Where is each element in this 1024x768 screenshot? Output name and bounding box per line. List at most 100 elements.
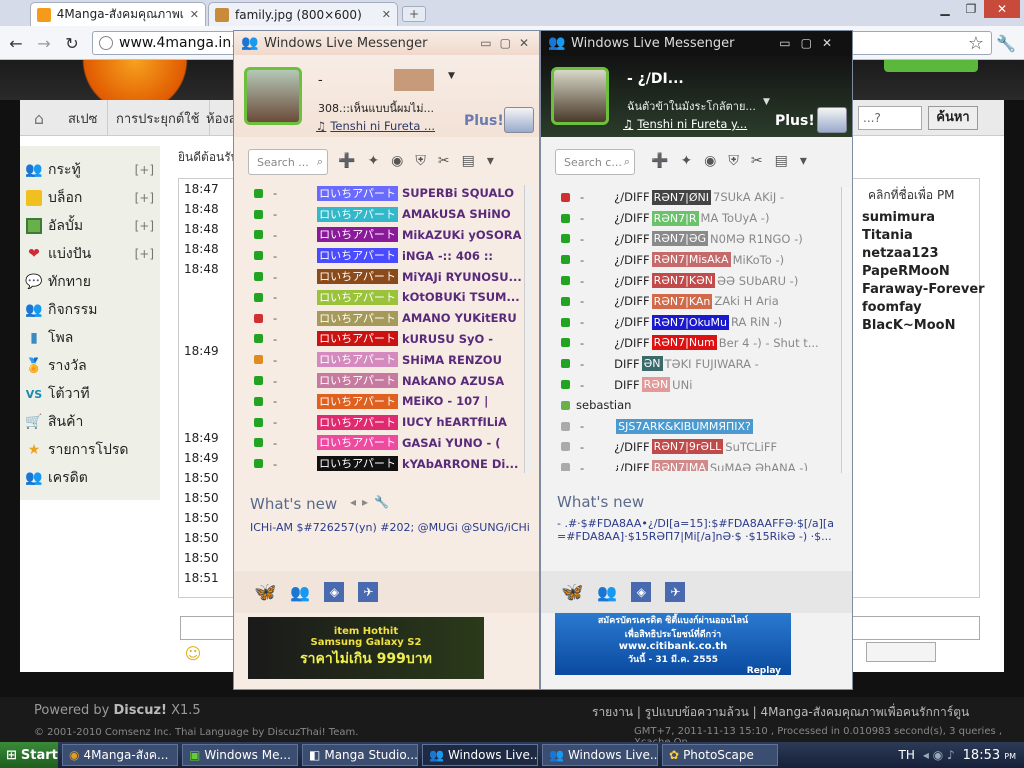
expand-button[interactable]: [+] (135, 191, 154, 205)
sidebar-item-thread[interactable]: 👥 กระทู้ [+] (25, 156, 154, 184)
contact-row[interactable]: - ロいちアパート iNGA -:: 406 :: (234, 245, 539, 266)
contact-row[interactable]: - ロいちアパート NAkANO AZUSA (234, 370, 539, 391)
reload-icon[interactable]: ↻ (62, 33, 82, 53)
brand-name[interactable]: Discuz! (114, 703, 167, 718)
forward-icon[interactable]: → (34, 33, 54, 53)
replay-button[interactable]: Replay (747, 666, 791, 676)
contact-row[interactable]: - ¿/DIFF RƏN7|9rƏLL SuTCLiFF (541, 437, 839, 458)
taskbar-item[interactable]: ✿ PhotoScape (662, 744, 778, 766)
online-user[interactable]: foomfay (862, 300, 922, 315)
network-icon[interactable]: ◈ (324, 582, 345, 602)
search-button[interactable]: ค้นหา (928, 106, 978, 130)
taskbar-item[interactable]: ▣ Windows Me... (182, 744, 298, 766)
sidebar-item-goods[interactable]: 🛒 สินค้า (25, 408, 154, 436)
network-icon[interactable]: ◈ (631, 582, 652, 602)
scrollbar[interactable] (524, 185, 532, 473)
contact-row[interactable]: - ¿/DIFF RƏN7|R MA ToUyA -) (541, 208, 839, 229)
now-playing[interactable]: ♫ Tenshi ni Fureta y... (623, 117, 747, 131)
contacts-icon[interactable]: 👥 (290, 583, 310, 602)
contact-row[interactable]: - ロいちアパート GASAi YUNO - ( (234, 433, 539, 454)
search-icon[interactable]: ⌕ (624, 155, 634, 169)
games-icon[interactable]: ◉ (704, 153, 716, 169)
contact-row[interactable]: - ¿/DIFF RƏN7|KƏN ƏƏ SUbARU -) (541, 270, 839, 291)
airplane-icon[interactable]: ✈ (358, 582, 379, 602)
minimize-button[interactable]: ▭ (480, 36, 491, 50)
personal-message[interactable]: ฉันตัวข้าในมังระโกลัตาย... (627, 97, 767, 115)
taskbar-item[interactable]: ◧ Manga Studio... (302, 744, 418, 766)
contact-row[interactable]: - ロいちアパート kOtOBUKi TSUM... (234, 287, 539, 308)
add-contact-icon[interactable]: ➕ (338, 153, 355, 169)
sidebar-item-award[interactable]: 🏅 รางวัล (25, 352, 154, 380)
contact-row[interactable]: - DIFF RƏN UNi (541, 374, 839, 395)
tab-4manga[interactable]: 4Manga-สังคมคุณภาพเพื่อคนรัก ✕ (30, 2, 206, 26)
sidebar-item-share[interactable]: ❤ แบ่งปัน [+] (26, 240, 154, 268)
online-user[interactable]: Faraway-Forever (862, 282, 985, 297)
contact-row[interactable]: - ロいちアパート AMANO YUKitERU (234, 308, 539, 329)
login-button[interactable] (884, 60, 978, 72)
sidebar-item-album[interactable]: อัลบั้ม [+] (26, 212, 154, 240)
online-user[interactable]: PapeRMooN (862, 264, 950, 279)
taskbar-item[interactable]: ◉ 4Manga-สังค... (62, 744, 178, 766)
now-playing[interactable]: ♫ Tenshi ni Fureta ... (316, 119, 435, 133)
contact-row[interactable]: - ロいちアパート kURUSU SyO - (234, 329, 539, 350)
sidebar-item-greet[interactable]: 💬 ทักทาย (25, 268, 154, 296)
airplane-icon[interactable]: ✈ (665, 582, 686, 602)
bookmark-star-icon[interactable]: ☆ (966, 33, 986, 54)
group-header[interactable]: sebastian (541, 395, 839, 416)
taskbar-item[interactable]: 👥 Windows Live... (422, 744, 538, 766)
breadcrumb-item[interactable]: การประยุกต์ใช้ (106, 100, 211, 136)
sidebar-item-credit[interactable]: 👥 เครดิต (25, 464, 154, 492)
spark-icon[interactable]: ✦ (367, 153, 379, 169)
online-user[interactable]: BlacK~MooN (862, 318, 956, 333)
sidebar-item-favorites[interactable]: ★ รายการโปรด (26, 436, 154, 464)
online-user[interactable]: sumimura (862, 210, 935, 225)
contact-row[interactable]: - ロいちアパート kYAbARRONE Di... (234, 453, 539, 474)
display-name[interactable]: - ¿/DI... (627, 71, 684, 87)
new-tab-button[interactable]: + (402, 6, 426, 22)
status-dropdown-icon[interactable]: ▼ (763, 97, 770, 107)
menu-icon[interactable]: ▾ (487, 153, 494, 169)
contact-row[interactable]: - ¿/DIFF RƏN7|ƏG N0MƏ R1NGO -) (541, 229, 839, 250)
avatar[interactable] (244, 67, 302, 125)
search-icon[interactable]: ⌕ (317, 155, 327, 169)
sidebar-item-blog[interactable]: บล็อก [+] (26, 184, 154, 212)
minimize-button[interactable]: ▭ (779, 36, 790, 50)
whats-new-item[interactable]: ICHi-AM $#726257(yn) #202; @MUGi @SUNG/i… (250, 521, 532, 534)
mailbox-icon[interactable] (504, 107, 534, 133)
sidebar-item-debate[interactable]: VS โต้วาที (26, 380, 154, 408)
spark-icon[interactable]: ✦ (680, 153, 692, 169)
menu-icon[interactable]: ▾ (800, 153, 807, 169)
captcha-box[interactable] (866, 642, 936, 662)
close-tab-icon[interactable]: ✕ (190, 8, 199, 21)
status-dropdown-icon[interactable]: ▼ (448, 71, 455, 81)
back-icon[interactable]: ← (6, 33, 26, 53)
clock[interactable]: 18:53 PM (963, 748, 1016, 763)
forum-search-input[interactable]: ...? (858, 106, 922, 130)
whats-new-item[interactable]: - .#·$#FDA8AA•¿/DI[a=15]:$#FDA8AAFFƏ·$[/… (557, 517, 843, 549)
close-tab-icon[interactable]: ✕ (382, 8, 391, 21)
maximize-button[interactable]: ▢ (500, 36, 511, 50)
close-button[interactable]: ✕ (984, 0, 1020, 18)
contact-row[interactable]: - DIFF ƏN TƏKI FUJIWARA - (541, 353, 839, 374)
tools-icon[interactable]: ✂ (751, 153, 763, 169)
contacts-icon[interactable]: 👥 (597, 583, 617, 602)
sidebar-item-activity[interactable]: 👥 กิจกรรม (25, 296, 154, 324)
advertisement-banner[interactable]: item Hothit Samsung Galaxy S2 ราคาไม่เกิ… (248, 617, 484, 679)
breadcrumb-item[interactable]: สเปซ (58, 100, 109, 136)
contact-row[interactable]: - ロいちアパート SHiMA RENZOU (234, 349, 539, 370)
footer-links[interactable]: รายงาน | รูปแบบข้อความล้วน | 4Manga-สังค… (592, 703, 969, 722)
next-icon[interactable]: ▸ (362, 495, 368, 509)
advertisement-banner[interactable]: สมัครบัตรเครดิต ซิตี้แบงก์ผ่านออนไลน์ เพ… (555, 613, 791, 676)
contact-row[interactable]: - ロいちアパート MikAZUKi yOSORA (234, 225, 539, 246)
close-button[interactable]: ✕ (519, 36, 529, 50)
windows-live-butterfly-icon[interactable]: 🦋 (254, 582, 276, 603)
avatar[interactable] (551, 67, 609, 125)
contact-row[interactable]: - ロいちアパート SUPERBi SQUALO (234, 183, 539, 204)
personal-message[interactable]: 308.::เห็นแบบนี้ผมไม่... (318, 99, 448, 117)
close-button[interactable]: ✕ (822, 36, 832, 50)
scrollbar[interactable] (841, 187, 851, 473)
search-input[interactable]: Search c... ⌕ (555, 149, 635, 175)
home-icon[interactable]: ⌂ (22, 100, 56, 136)
maximize-button[interactable]: ▢ (801, 36, 812, 50)
shield-icon[interactable]: ⛨ (415, 153, 426, 169)
